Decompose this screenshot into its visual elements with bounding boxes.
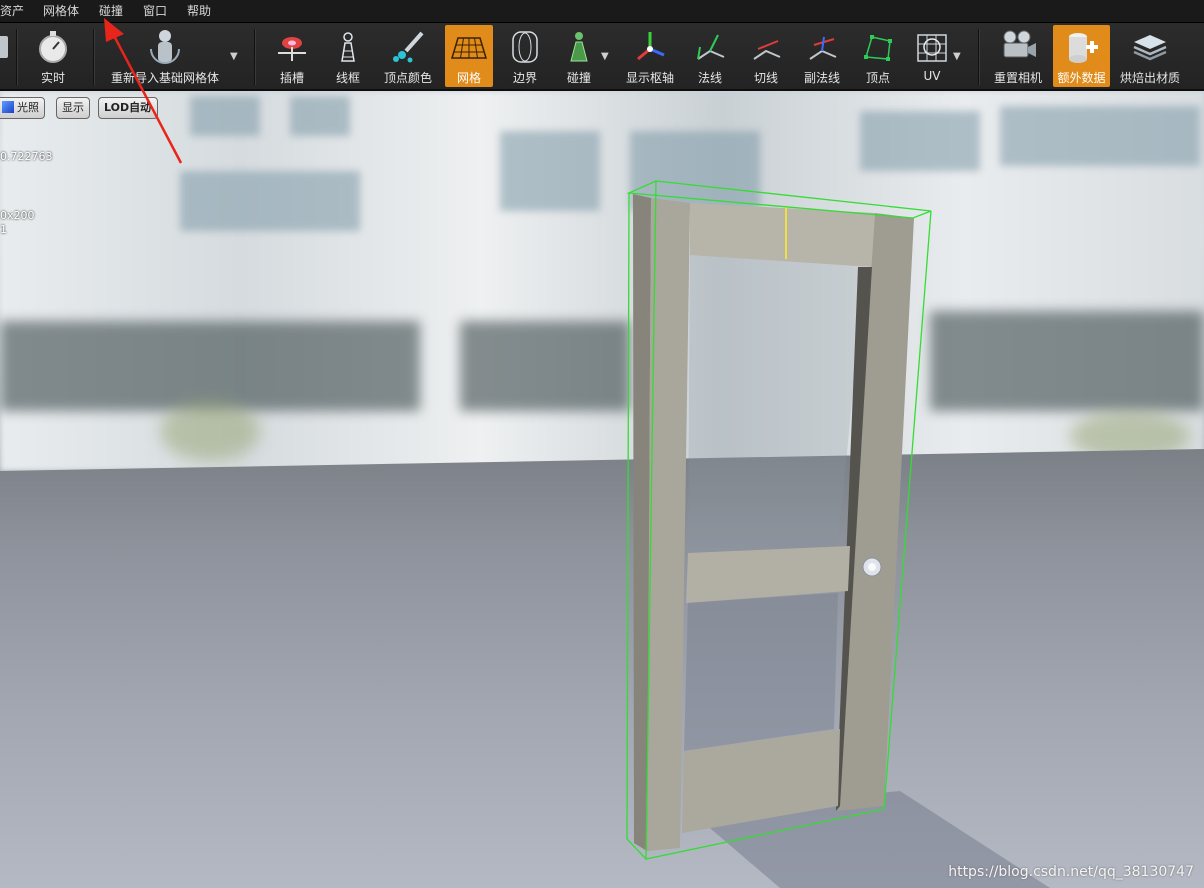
viewport[interactable]: 光照 显示 LOD自动 0.722763 0x200 1 https://blo… [0,91,1204,888]
door-left-stile [647,198,690,851]
vertex-color-button[interactable]: 顶点颜色 [384,25,432,87]
collision-label: 碰撞 [566,71,591,85]
grid-button[interactable]: 网格 [445,25,493,87]
binormals-button[interactable]: 副法线 [800,25,844,87]
toolbar-cutoff-button[interactable] [0,25,12,87]
uv-dropdown-icon[interactable]: ▼ [953,51,961,62]
lighting-mode-label: 光照 [17,101,39,114]
uv-button[interactable]: UV [910,25,954,87]
normals-button[interactable]: 法线 [688,25,732,87]
additional-data-label: 额外数据 [1057,71,1106,85]
menu-mesh[interactable]: 网格体 [43,3,79,19]
normals-label: 法线 [697,71,722,85]
door-glass-upper [688,251,865,553]
data-cylinder-plus-icon [1053,27,1110,67]
watermark: https://blog.csdn.net/qq_38130747 [948,864,1194,880]
stopwatch-icon [30,27,76,67]
uv-grid-icon [910,27,954,67]
menu-assets[interactable]: 资产 [0,3,24,19]
collision-pawn-icon [556,27,602,67]
menu-collision[interactable]: 碰撞 [99,3,123,19]
bounds-button[interactable]: 边界 [502,25,548,87]
reimport-label: 重新导入基础网格体 [110,71,219,85]
pivot-button[interactable]: 显示枢轴 [626,25,674,87]
bounds-icon [502,27,548,67]
additional-data-button[interactable]: 额外数据 [1053,25,1110,87]
menu-window[interactable]: 窗口 [143,3,167,19]
uv-label: UV [923,69,941,83]
door-knob-highlight [868,563,876,571]
toolbar: 实时 重新导入基础网格体 ▼ 插槽 线框 顶点颜色 网格 边界 碰撞 ▼ 显示枢… [0,23,1204,91]
normals-icon [688,27,732,67]
lod-auto-label: LOD自动 [104,101,152,114]
lighting-mode-button[interactable]: 光照 [0,97,45,119]
wireframe-label: 线框 [335,71,360,85]
pivot-axes-icon [628,27,672,67]
collision-button[interactable]: 碰撞 [556,25,602,87]
vertex-color-label: 顶点颜色 [383,71,432,85]
bake-material-label: 烘焙出材质 [1119,71,1180,85]
lighting-cube-icon [2,101,14,113]
paint-brush-icon [384,27,432,67]
wireframe-pawn-icon [326,27,370,67]
vertices-button[interactable]: 顶点 [856,25,900,87]
show-flags-button[interactable]: 显示 [56,97,90,119]
pivot-label: 显示枢轴 [625,71,674,85]
realtime-button[interactable]: 实时 [30,25,76,87]
reimport-button[interactable]: 重新导入基础网格体 [111,25,219,87]
show-flags-label: 显示 [62,101,84,114]
sockets-button[interactable]: 插槽 [270,25,314,87]
door-glass-lower [684,593,838,751]
camera-icon [994,27,1042,67]
menu-bar: 资产 网格体 碰撞 窗口 帮助 [0,0,1204,23]
sockets-label: 插槽 [279,71,304,85]
reimport-figure-icon [130,27,200,67]
stat-value-1: 0.722763 [0,150,53,163]
toolbar-divider [93,29,95,85]
toolbar-divider [16,29,18,85]
toolbar-divider [978,29,980,85]
realtime-label: 实时 [40,71,65,85]
bake-material-button[interactable]: 烘焙出材质 [1120,25,1180,87]
binormals-label: 副法线 [803,71,840,85]
tangents-button[interactable]: 切线 [744,25,788,87]
reset-camera-label: 重置相机 [993,71,1042,85]
reset-camera-button[interactable]: 重置相机 [994,25,1042,87]
save-icon [0,27,12,67]
vertices-icon [856,27,900,67]
binormals-icon [800,27,844,67]
lod-auto-button[interactable]: LOD自动 [98,97,158,119]
reimport-dropdown-icon[interactable]: ▼ [230,51,238,62]
tangents-icon [744,27,788,67]
grid-icon [445,27,493,67]
wireframe-button[interactable]: 线框 [326,25,370,87]
menu-help[interactable]: 帮助 [187,3,211,19]
stat-value-2: 0x200 [0,209,35,222]
tangents-label: 切线 [753,71,778,85]
layers-icon [1126,27,1174,67]
stat-value-3: 1 [0,223,7,236]
socket-icon [270,27,314,67]
door-mesh[interactable] [0,91,1204,888]
collision-dropdown-icon[interactable]: ▼ [601,51,609,62]
toolbar-divider [254,29,256,85]
